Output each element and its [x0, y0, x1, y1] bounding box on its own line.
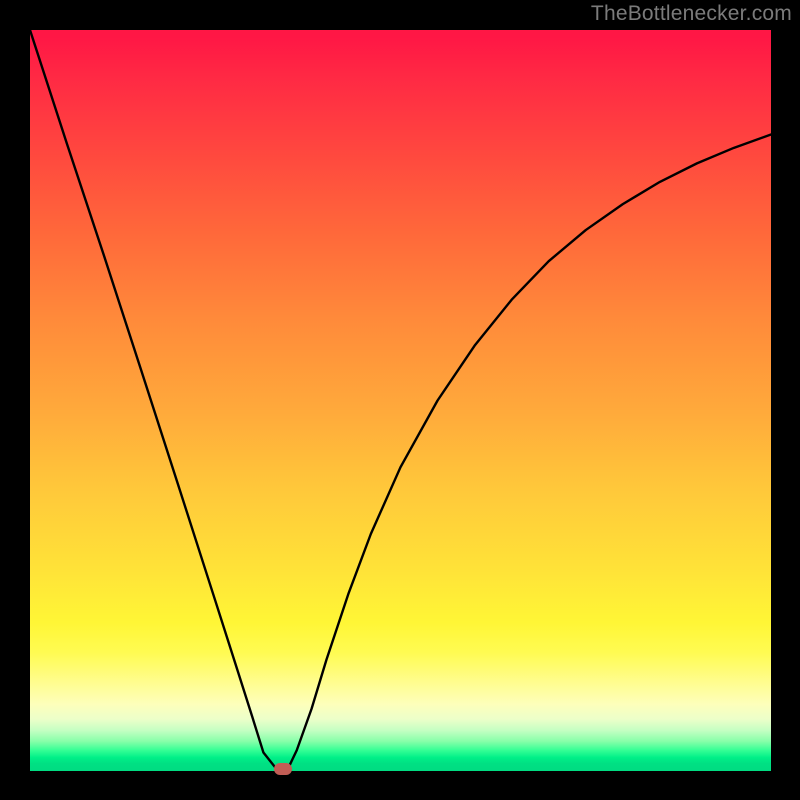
curve-layer — [30, 30, 771, 771]
bottleneck-curve — [30, 30, 771, 771]
plot-area — [30, 30, 771, 771]
optimal-point-marker — [274, 763, 292, 775]
chart-frame: TheBottlenecker.com — [0, 0, 800, 800]
watermark-text: TheBottlenecker.com — [591, 2, 792, 26]
